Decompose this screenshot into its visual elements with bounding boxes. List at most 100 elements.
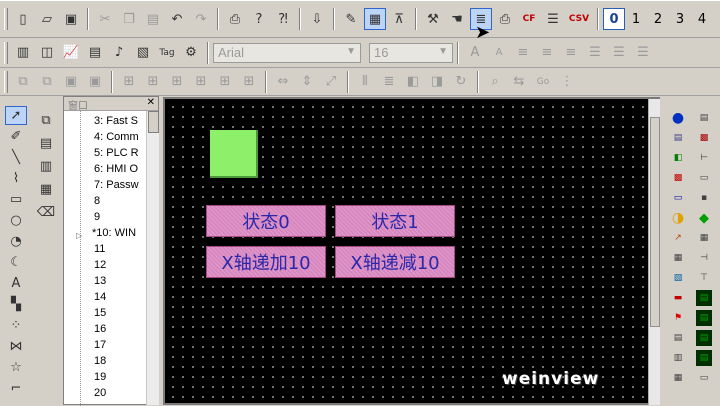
same-height-icon[interactable]: ⇕	[296, 71, 318, 93]
list-item[interactable]: 9	[94, 211, 146, 227]
bring-front-icon[interactable]: ▣	[60, 71, 82, 93]
select-arrow-icon[interactable]: ➚	[5, 106, 27, 125]
align-top-edges-icon[interactable]: ⊞	[166, 71, 188, 93]
font-smaller-icon[interactable]: A	[488, 42, 510, 64]
more-icon[interactable]: ⌐	[5, 379, 27, 398]
set-bit-icon[interactable]: ◧	[670, 150, 686, 166]
list-item[interactable]: 17	[94, 339, 146, 355]
list-item[interactable]: 11	[94, 243, 146, 259]
windows-icon[interactable]: ⧉	[35, 110, 57, 131]
function-key-icon[interactable]: ▭	[670, 190, 686, 206]
connector-icon[interactable]: ⋈	[5, 337, 27, 356]
align-center-icon[interactable]: ≡	[536, 42, 558, 64]
list-item[interactable]: 19	[94, 371, 146, 387]
list-item[interactable]: 16	[94, 323, 146, 339]
list-icon[interactable]: ☰	[542, 8, 564, 30]
state-4-button[interactable]: 4	[691, 8, 713, 30]
report-icon[interactable]: ▦	[35, 179, 57, 200]
list-item[interactable]: *10: WIN	[92, 227, 144, 243]
x-axis-decrement-button[interactable]: X轴递减10	[335, 246, 455, 278]
align-icon[interactable]: ⊼	[388, 8, 410, 30]
settings-icon[interactable]: ⚙	[180, 42, 202, 64]
flip-horizontal-icon[interactable]: ◧	[402, 71, 424, 93]
align-left-edges-icon[interactable]: ⊞	[118, 71, 140, 93]
cut-icon[interactable]: ✂	[94, 8, 116, 30]
list-item[interactable]: 12	[94, 259, 146, 275]
state-3-button[interactable]: 3	[669, 8, 691, 30]
hand-icon[interactable]: ☚	[446, 8, 468, 30]
font-bigger-icon[interactable]: A	[464, 42, 486, 64]
xy-chart-icon[interactable]: ⊣	[696, 250, 712, 266]
chevron-down-icon[interactable]: ▼	[438, 46, 448, 57]
recipe-icon[interactable]: ▦	[670, 370, 686, 386]
list-item[interactable]: 8	[94, 195, 146, 211]
picture-icon[interactable]: ▧	[670, 270, 686, 286]
expand-arrow-icon[interactable]: ▷	[76, 231, 82, 240]
redo-icon[interactable]: ↷	[190, 8, 212, 30]
list-item[interactable]: 20	[94, 387, 146, 403]
bitmap-icon[interactable]: ▥	[12, 42, 34, 64]
moving-shape-icon[interactable]: ◆	[696, 210, 712, 226]
compile-hammer-icon[interactable]: ⚒	[422, 8, 444, 30]
align-right-icon[interactable]: ≡	[560, 42, 582, 64]
list-item[interactable]: 4: Comm	[94, 131, 146, 147]
cf-button[interactable]: CF	[518, 8, 540, 30]
set-word-icon[interactable]: ▩	[670, 170, 686, 186]
paste-icon[interactable]: ▤	[142, 8, 164, 30]
led-display-icon[interactable]: ▤	[696, 290, 712, 306]
toolbar-grip[interactable]	[4, 41, 8, 64]
scrollbar-thumb[interactable]	[148, 111, 159, 133]
state-2-button[interactable]: 2	[647, 8, 669, 30]
vector-icon[interactable]: ◫	[36, 42, 58, 64]
close-icon[interactable]: ✕	[147, 97, 155, 108]
numeric-input-icon[interactable]: ⊢	[696, 150, 712, 166]
state-0-button[interactable]: 0	[603, 8, 625, 30]
polyline-icon[interactable]: ⌇	[5, 169, 27, 188]
printer-icon[interactable]: ⎙	[494, 8, 516, 30]
list-item[interactable]: 14	[94, 291, 146, 307]
send-back-icon[interactable]: ▣	[84, 71, 106, 93]
memo-icon[interactable]: ▤	[35, 133, 57, 154]
picker-icon[interactable]: ✐	[5, 127, 27, 146]
pan-icon[interactable]: ⇆	[508, 71, 530, 93]
numeric-display-icon[interactable]: ▤	[696, 110, 712, 126]
arc-icon[interactable]: ☾	[5, 253, 27, 272]
state-0-hmi-button[interactable]: 状态0	[206, 205, 326, 237]
slider-icon[interactable]: ▬	[670, 290, 686, 306]
align-vcenter-icon[interactable]: ⊞	[238, 71, 260, 93]
event-log-icon[interactable]: ▤	[670, 330, 686, 346]
sound-icon[interactable]: ♪	[108, 42, 130, 64]
go-icon[interactable]: Go	[532, 71, 554, 93]
align-hcenter-icon[interactable]: ⊞	[214, 71, 236, 93]
word-lamp-icon[interactable]: ▤	[670, 130, 686, 146]
flip-vertical-icon[interactable]: ◨	[426, 71, 448, 93]
print-icon[interactable]: ⎙	[224, 8, 246, 30]
text-icon[interactable]: A	[5, 274, 27, 293]
more-objects-icon[interactable]: ▭	[696, 370, 712, 386]
rectangle-icon[interactable]: ▭	[5, 190, 27, 209]
csv-button[interactable]: CSV	[566, 8, 592, 30]
grid-snap-icon[interactable]: ⋮	[556, 71, 578, 93]
animation-icon[interactable]: ▦	[696, 230, 712, 246]
toolbar-grip[interactable]	[4, 70, 8, 93]
list-item[interactable]: 5: PLC R	[94, 147, 146, 163]
ascii-display-icon[interactable]: ▭	[696, 170, 712, 186]
green-square-shape[interactable]	[210, 130, 258, 178]
chart-icon[interactable]: 📈	[60, 42, 82, 64]
context-help-icon[interactable]: ⁈	[272, 8, 294, 30]
toggle-switch-icon[interactable]: ◑	[670, 210, 686, 226]
same-width-icon[interactable]: ⇔	[272, 71, 294, 93]
list-item[interactable]: 15	[94, 307, 146, 323]
scrollbar-thumb[interactable]	[650, 117, 660, 327]
edit-pen-icon[interactable]: ✎	[340, 8, 362, 30]
led-number-icon[interactable]: ▤	[696, 310, 712, 326]
circle-icon[interactable]: ○	[5, 211, 27, 230]
table-icon[interactable]: ▤	[84, 42, 106, 64]
space-vertical-icon[interactable]: ≣	[378, 71, 400, 93]
help-icon[interactable]: ?	[248, 8, 270, 30]
multi-state-icon[interactable]: ▩	[696, 130, 712, 146]
x-axis-increment-button[interactable]: X轴递加10	[206, 246, 326, 278]
meter-icon[interactable]: ⊤	[696, 270, 712, 286]
alarm-icon[interactable]: ⚑	[670, 310, 686, 326]
date-time-icon[interactable]: ▪	[696, 190, 712, 206]
